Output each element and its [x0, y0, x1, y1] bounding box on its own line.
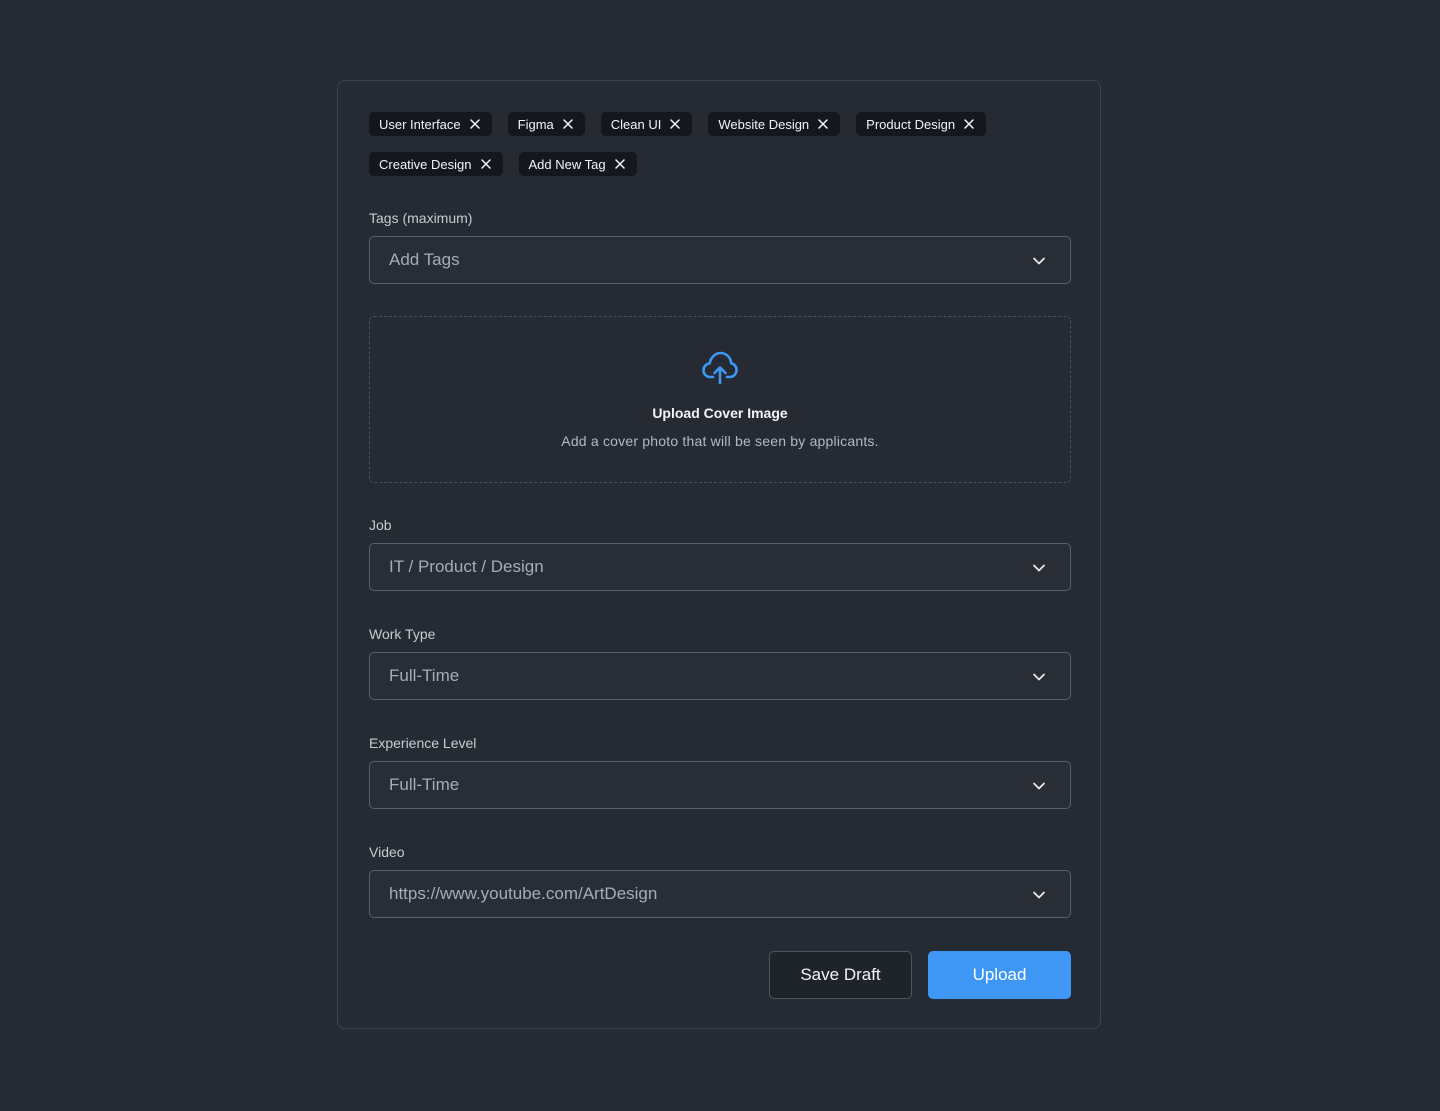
- tag-chip[interactable]: Product Design: [856, 112, 987, 136]
- tag-chip[interactable]: Clean UI: [600, 112, 693, 136]
- video-select-value: https://www.youtube.com/ArtDesign: [389, 884, 658, 903]
- video-label: Video: [369, 844, 405, 860]
- tag-label: Product Design: [866, 116, 956, 132]
- tag-label: Figma: [517, 116, 554, 132]
- upload-title: Upload Cover Image: [652, 405, 788, 421]
- close-icon[interactable]: [670, 119, 681, 129]
- video-select[interactable]: https://www.youtube.com/ArtDesign: [369, 870, 1071, 918]
- tag-chip[interactable]: Creative Design: [369, 152, 503, 176]
- tag-label: Website Design: [718, 116, 810, 132]
- experience-level-select[interactable]: Full-Time: [369, 761, 1071, 809]
- upload-button[interactable]: Upload: [928, 951, 1071, 999]
- close-icon[interactable]: [964, 119, 974, 129]
- chevron-down-icon: [1033, 564, 1045, 572]
- chevron-down-icon: [1033, 891, 1045, 899]
- tags-field-label: Tags (maximum): [369, 210, 473, 226]
- chevron-down-icon: [1033, 673, 1045, 681]
- work-type-label: Work Type: [369, 626, 436, 642]
- close-icon[interactable]: [563, 119, 573, 129]
- work-type-select-value: Full-Time: [389, 666, 460, 685]
- work-type-select[interactable]: Full-Time: [369, 652, 1071, 700]
- tags-select[interactable]: Add Tags: [369, 236, 1071, 284]
- tag-label: User Interface: [379, 116, 461, 132]
- close-icon[interactable]: [818, 119, 828, 129]
- chevron-down-icon: [1033, 782, 1045, 790]
- job-select[interactable]: IT / Product / Design: [369, 543, 1071, 591]
- experience-level-label: Experience Level: [369, 735, 477, 751]
- experience-level-select-value: Full-Time: [389, 775, 460, 794]
- upload-form-card: User Interface Figma Clean UI Website De…: [337, 80, 1101, 1029]
- close-icon[interactable]: [480, 159, 491, 169]
- tag-chip[interactable]: User Interface: [369, 112, 492, 136]
- job-label: Job: [369, 517, 392, 533]
- tag-chip[interactable]: Figma: [507, 112, 585, 136]
- upload-subtitle: Add a cover photo that will be seen by a…: [561, 433, 879, 449]
- tag-list: User Interface Figma Clean UI Website De…: [369, 112, 1069, 176]
- close-icon[interactable]: [614, 159, 625, 169]
- tag-label: Creative Design: [379, 156, 472, 172]
- tag-label: Add New Tag: [528, 156, 606, 172]
- cover-image-dropzone[interactable]: Upload Cover Image Add a cover photo tha…: [369, 316, 1071, 483]
- tags-select-placeholder: Add Tags: [389, 250, 460, 269]
- job-select-value: IT / Product / Design: [389, 557, 544, 576]
- save-draft-button[interactable]: Save Draft: [769, 951, 912, 999]
- chevron-down-icon: [1033, 257, 1045, 265]
- tag-chip[interactable]: Add New Tag: [518, 152, 637, 176]
- close-icon[interactable]: [469, 119, 480, 129]
- tag-label: Clean UI: [610, 116, 662, 132]
- tag-chip[interactable]: Website Design: [708, 112, 841, 136]
- cloud-upload-icon: [702, 351, 738, 385]
